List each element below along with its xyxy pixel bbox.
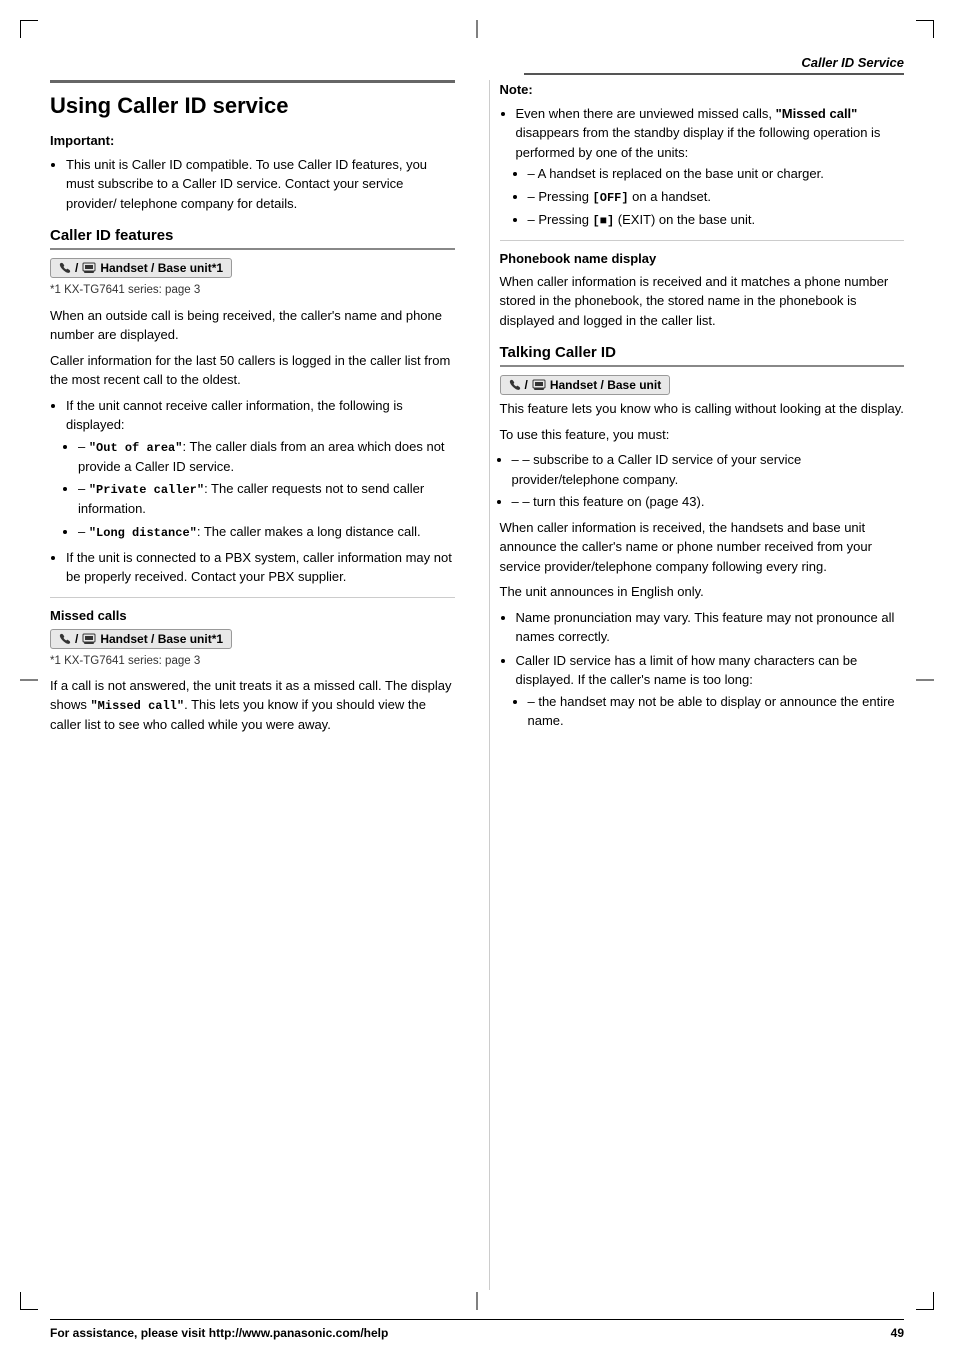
talking-sub-2-1: the handset may not be able to display o…	[528, 692, 905, 731]
missed-calls-footnote: *1 KX-TG7641 series: page 3	[50, 653, 455, 670]
missed-base-icon	[82, 633, 96, 645]
talking-badge-text: Handset / Base unit	[550, 378, 661, 392]
talking-para1: This feature lets you know who is callin…	[500, 399, 905, 419]
talking-sublist-2: the handset may not be able to display o…	[528, 692, 905, 731]
corner-mark-br	[916, 1292, 934, 1310]
caller-id-badge-slash: /	[75, 261, 78, 275]
footer-text: For assistance, please visit http://www.…	[50, 1326, 388, 1340]
left-mid-mark	[20, 680, 38, 681]
caller-id-bullet-1-text: If the unit cannot receive caller inform…	[66, 398, 403, 433]
talking-bullet-2: Caller ID service has a limit of how man…	[516, 651, 905, 731]
missed-calls-badge-text: Handset / Base unit*1	[100, 632, 223, 646]
caller-id-footnote: *1 KX-TG7641 series: page 3	[50, 282, 455, 299]
caller-id-sub-2: "Private caller": The caller requests no…	[78, 479, 455, 519]
note-bullets: Even when there are unviewed missed call…	[516, 104, 905, 230]
header-title: Caller ID Service	[801, 55, 904, 70]
corner-mark-tr	[916, 20, 934, 38]
note-bullet-1: Even when there are unviewed missed call…	[516, 104, 905, 230]
talking-caller-id-title: Talking Caller ID	[500, 344, 905, 367]
missed-calls-badge: / Handset / Base unit*1	[50, 629, 232, 649]
page-footer: For assistance, please visit http://www.…	[50, 1319, 904, 1340]
important-text: This unit is Caller ID compatible. To us…	[66, 157, 427, 211]
page-header: Caller ID Service	[524, 55, 904, 75]
talking-para4: The unit announces in English only.	[500, 582, 905, 602]
handset-icon	[59, 262, 71, 274]
caller-id-bullet-2: If the unit is connected to a PBX system…	[66, 548, 455, 587]
right-column: Note: Even when there are unviewed misse…	[489, 80, 905, 1290]
corner-mark-tl	[20, 20, 38, 38]
missed-calls-title: Missed calls	[50, 608, 455, 623]
talking-base-icon	[532, 379, 546, 391]
base-unit-icon	[82, 262, 96, 274]
corner-mark-bl	[20, 1292, 38, 1310]
talking-sub-2: – turn this feature on (page 43).	[512, 492, 905, 512]
page-title: Using Caller ID service	[50, 80, 455, 119]
left-column: Using Caller ID service Important: This …	[50, 80, 465, 1290]
note-sub-3: Pressing [■] (EXIT) on the base unit.	[528, 210, 905, 230]
phonebook-divider	[500, 240, 905, 241]
main-content: Using Caller ID service Important: This …	[50, 80, 904, 1290]
note-sub-1: A handset is replaced on the base unit o…	[528, 164, 905, 184]
caller-id-sub-1: "Out of area": The caller dials from an …	[78, 437, 455, 477]
caller-id-features-title: Caller ID features	[50, 227, 455, 250]
caller-id-sublist-1: "Out of area": The caller dials from an …	[78, 437, 455, 542]
talking-badge: / Handset / Base unit	[500, 375, 671, 395]
talking-bullet-1-text: Name pronunciation may vary. This featur…	[516, 610, 895, 645]
note-label: Note:	[500, 80, 905, 100]
phonebook-title: Phonebook name display	[500, 251, 905, 266]
important-label: Important:	[50, 131, 455, 151]
missed-calls-para1: If a call is not answered, the unit trea…	[50, 676, 455, 735]
caller-id-badge-text: Handset / Base unit*1	[100, 261, 223, 275]
page-number: 49	[891, 1326, 904, 1340]
talking-bullets: Name pronunciation may vary. This featur…	[516, 608, 905, 731]
caller-id-sub-3: "Long distance": The caller makes a long…	[78, 522, 455, 542]
right-mid-mark	[916, 680, 934, 681]
caller-id-para2: Caller information for the last 50 calle…	[50, 351, 455, 390]
caller-id-bullets: If the unit cannot receive caller inform…	[66, 396, 455, 587]
caller-id-bullet-2-text: If the unit is connected to a PBX system…	[66, 550, 452, 585]
phonebook-para1: When caller information is received and …	[500, 272, 905, 331]
talking-para2: To use this feature, you must:	[500, 425, 905, 445]
missed-handset-icon	[59, 633, 71, 645]
important-item: This unit is Caller ID compatible. To us…	[66, 155, 455, 214]
talking-para3: When caller information is received, the…	[500, 518, 905, 577]
caller-id-para1: When an outside call is being received, …	[50, 306, 455, 345]
top-center-mark	[477, 20, 478, 38]
note-bullet-1-text: Even when there are unviewed missed call…	[516, 106, 881, 160]
note-sub-2: Pressing [OFF] on a handset.	[528, 187, 905, 207]
missed-calls-divider	[50, 597, 455, 598]
bottom-center-mark	[477, 1292, 478, 1310]
note-sublist: A handset is replaced on the base unit o…	[528, 164, 905, 230]
talking-sub-1: – subscribe to a Caller ID service of yo…	[512, 450, 905, 489]
talking-bullet-1: Name pronunciation may vary. This featur…	[516, 608, 905, 647]
talking-handset-icon	[509, 379, 521, 391]
caller-id-badge: / Handset / Base unit*1	[50, 258, 232, 278]
talking-bullet-2-text: Caller ID service has a limit of how man…	[516, 653, 858, 688]
talking-subitems: – subscribe to a Caller ID service of yo…	[512, 450, 905, 512]
caller-id-bullet-1: If the unit cannot receive caller inform…	[66, 396, 455, 542]
